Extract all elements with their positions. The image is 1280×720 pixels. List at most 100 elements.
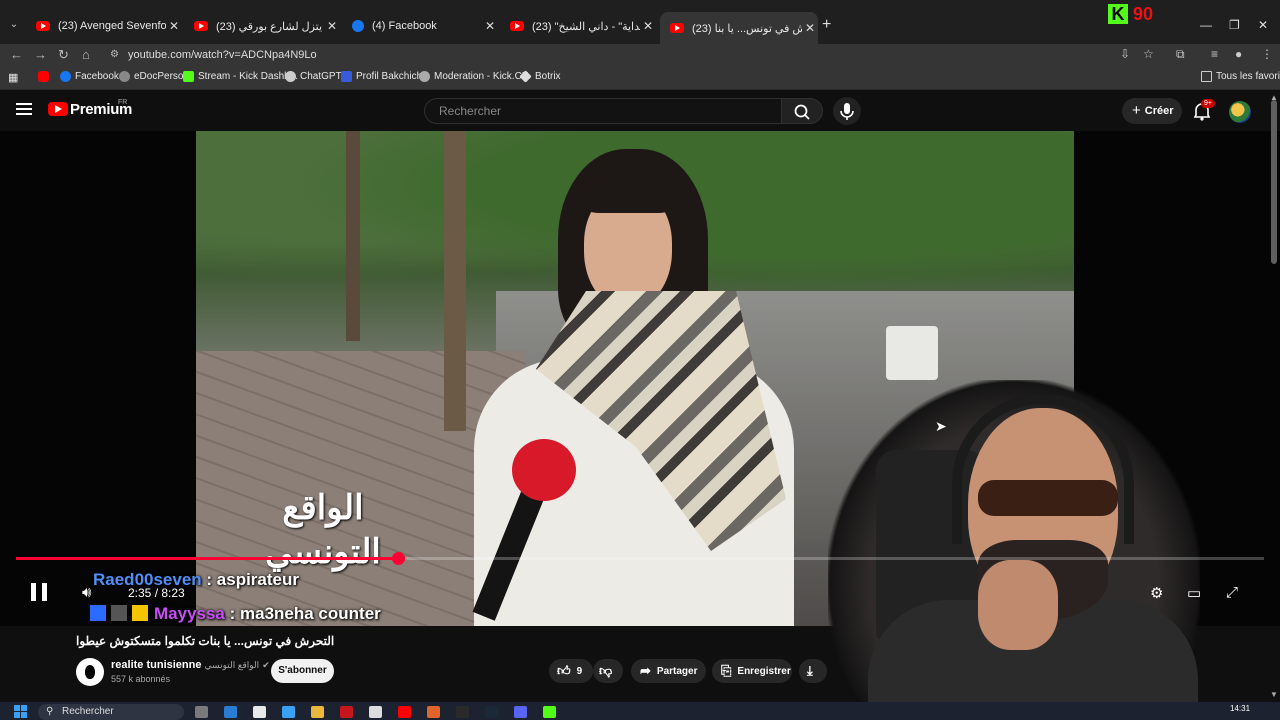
youtube-icon (38, 71, 49, 82)
tab-current-video[interactable]: (23) التحرش في تونس... يا بنا ✕ (660, 12, 818, 44)
kick-viewer-count: 90 (1133, 4, 1154, 24)
bookmark-label: Profil Bakchich (356, 71, 423, 82)
taskbar-app-icon[interactable] (427, 706, 440, 718)
save-button[interactable]: ⎘ Enregistrer (712, 659, 792, 683)
download-button[interactable]: ⤓ (799, 659, 827, 683)
extensions-icon[interactable]: ⧉ (1176, 47, 1185, 62)
globe-icon (119, 71, 130, 82)
close-tab-icon[interactable]: ✕ (802, 21, 818, 35)
bookmark-moderation[interactable]: Moderation - Kick.CX (419, 71, 528, 82)
install-app-icon[interactable]: ⇩ (1120, 47, 1130, 61)
botrix-icon (519, 70, 532, 83)
close-tab-icon[interactable]: ✕ (324, 19, 340, 33)
taskbar-app-icon[interactable] (340, 706, 353, 718)
new-tab-button[interactable]: + (822, 16, 831, 34)
dislike-button[interactable]: 👎︎ (593, 659, 623, 683)
like-button[interactable]: 👍︎ 9 (549, 659, 593, 683)
close-tab-icon[interactable]: ✕ (482, 19, 498, 33)
bookmark-icon: ⎘ (721, 663, 732, 678)
subscriber-count: 557 k abonnés (111, 674, 171, 684)
tab-title: (23) "أغنية البداية" - داني الشيخ (532, 20, 640, 33)
bookmark-label: Moderation - Kick.CX (434, 71, 529, 82)
subscribe-button[interactable]: S'abonner (271, 659, 334, 683)
all-bookmarks-folder[interactable]: Tous les favoris (1201, 71, 1280, 82)
taskbar-app-icon[interactable] (195, 706, 208, 718)
tab-facebook[interactable]: (4) Facebook ✕ (342, 14, 498, 38)
youtube-logo-icon[interactable] (48, 102, 68, 116)
account-avatar[interactable] (1229, 101, 1251, 123)
more-menu-icon[interactable]: ⋮ (1261, 47, 1273, 61)
channel-name[interactable]: realite tunisienne الواقع التونسي ✔ (111, 659, 270, 671)
bookmark-chatgpt[interactable]: ChatGPT (285, 71, 342, 82)
hamburger-menu-icon[interactable] (16, 103, 32, 115)
create-button[interactable]: + Créer (1122, 98, 1182, 124)
bookmark-facebook[interactable]: Facebook (60, 71, 119, 82)
profile-icon[interactable]: ● (1235, 47, 1242, 61)
chat-username: Raed00seven (93, 570, 202, 589)
mouse-cursor-icon: ➤ (935, 418, 947, 434)
share-button[interactable]: ➦ Partager (631, 659, 706, 683)
bookmark-star-icon[interactable]: ☆ (1143, 47, 1154, 61)
tab-kais-saied[interactable]: (23) قيس سعيد يتزل لشارع بورقي ✕ (184, 14, 340, 38)
taskbar-app-icon[interactable] (282, 706, 295, 718)
youtube-favicon-icon (670, 23, 684, 33)
bookmark-kick-dashboard[interactable]: Stream - Kick Dashb... (183, 71, 298, 82)
apps-grid-icon[interactable]: ▦ (8, 71, 18, 84)
bookmark-edocperso[interactable]: eDocPerso (119, 71, 183, 82)
taskbar-app-icon[interactable] (253, 706, 266, 718)
windows-start-icon[interactable] (14, 705, 27, 718)
bookmark-label: eDocPerso (134, 71, 184, 82)
save-label: Enregistrer (737, 666, 791, 677)
url-input[interactable]: youtube.com/watch?v=ADCNpa4N9Lo (106, 46, 1106, 64)
taskbar-app-icon[interactable] (456, 706, 469, 718)
taskbar-search-input[interactable]: Rechercher (38, 704, 184, 720)
verified-check-icon: ✔ (262, 660, 270, 670)
region-code: FR (118, 99, 128, 106)
search-input[interactable]: Rechercher (424, 98, 782, 124)
create-label: Créer (1144, 105, 1174, 117)
taskbar-app-icon[interactable] (398, 706, 411, 718)
search-button[interactable] (781, 98, 823, 124)
close-window-icon[interactable]: ✕ (1258, 18, 1268, 32)
media-controls-icon[interactable]: ≡ (1211, 47, 1218, 61)
youtube-favicon-icon (510, 21, 524, 31)
forward-arrow-icon[interactable]: → (34, 47, 47, 62)
taskbar-app-icon[interactable] (485, 706, 498, 718)
home-icon[interactable]: ⌂ (82, 47, 90, 62)
back-arrow-icon[interactable]: ← (10, 47, 23, 62)
minimize-window-icon[interactable]: — (1200, 18, 1212, 32)
taskbar-app-icon[interactable] (369, 706, 382, 718)
theater-mode-icon[interactable]: ▭ (1187, 584, 1201, 602)
windows-taskbar (0, 702, 1280, 720)
verified-badge-icon (90, 605, 106, 621)
reload-icon[interactable]: ↻ (58, 47, 69, 63)
fullscreen-icon[interactable]: ⤢ (1226, 584, 1238, 601)
taskbar-app-icon[interactable] (514, 706, 527, 718)
tab-avenged-sevenfold[interactable]: (23) Avenged Sevenfold - Hail T ✕ (26, 14, 182, 38)
maximize-window-icon[interactable]: ❐ (1229, 18, 1240, 32)
tab-opening-song[interactable]: (23) "أغنية البداية" - داني الشيخ ✕ (500, 14, 656, 38)
pause-button[interactable] (31, 583, 47, 601)
video-progress-bar[interactable] (16, 552, 1264, 565)
tab-search-chevron-icon[interactable]: ⌄ (6, 17, 22, 33)
progress-scrubber-handle[interactable] (391, 552, 405, 565)
close-tab-icon[interactable]: ✕ (640, 19, 656, 33)
close-tab-icon[interactable]: ✕ (166, 19, 182, 33)
taskbar-app-icon[interactable] (543, 706, 556, 718)
scrollbar-thumb[interactable] (1271, 100, 1277, 264)
scroll-down-arrow-icon[interactable]: ▼ (1270, 690, 1278, 699)
bookmark-youtube[interactable] (38, 71, 53, 82)
video-title: التحرش في تونس... يا بنات تكلموا متسكتوش… (76, 634, 335, 648)
taskbar-app-icon[interactable] (311, 706, 324, 718)
youtube-favicon-icon (36, 21, 50, 31)
taskbar-app-icon[interactable] (224, 706, 237, 718)
youtube-favicon-icon (194, 21, 208, 31)
channel-avatar[interactable] (76, 658, 104, 686)
facebook-favicon-icon (352, 20, 364, 32)
volume-icon[interactable]: 🔊︎ (82, 584, 91, 601)
voice-search-button[interactable] (833, 97, 861, 125)
settings-gear-icon[interactable]: ⚙ (1150, 584, 1163, 602)
bookmark-botrix[interactable]: Botrix (519, 70, 561, 83)
site-info-icon[interactable]: ⚙ (110, 49, 119, 60)
bookmark-profil-bakchich[interactable]: Profil Bakchich (341, 71, 422, 82)
